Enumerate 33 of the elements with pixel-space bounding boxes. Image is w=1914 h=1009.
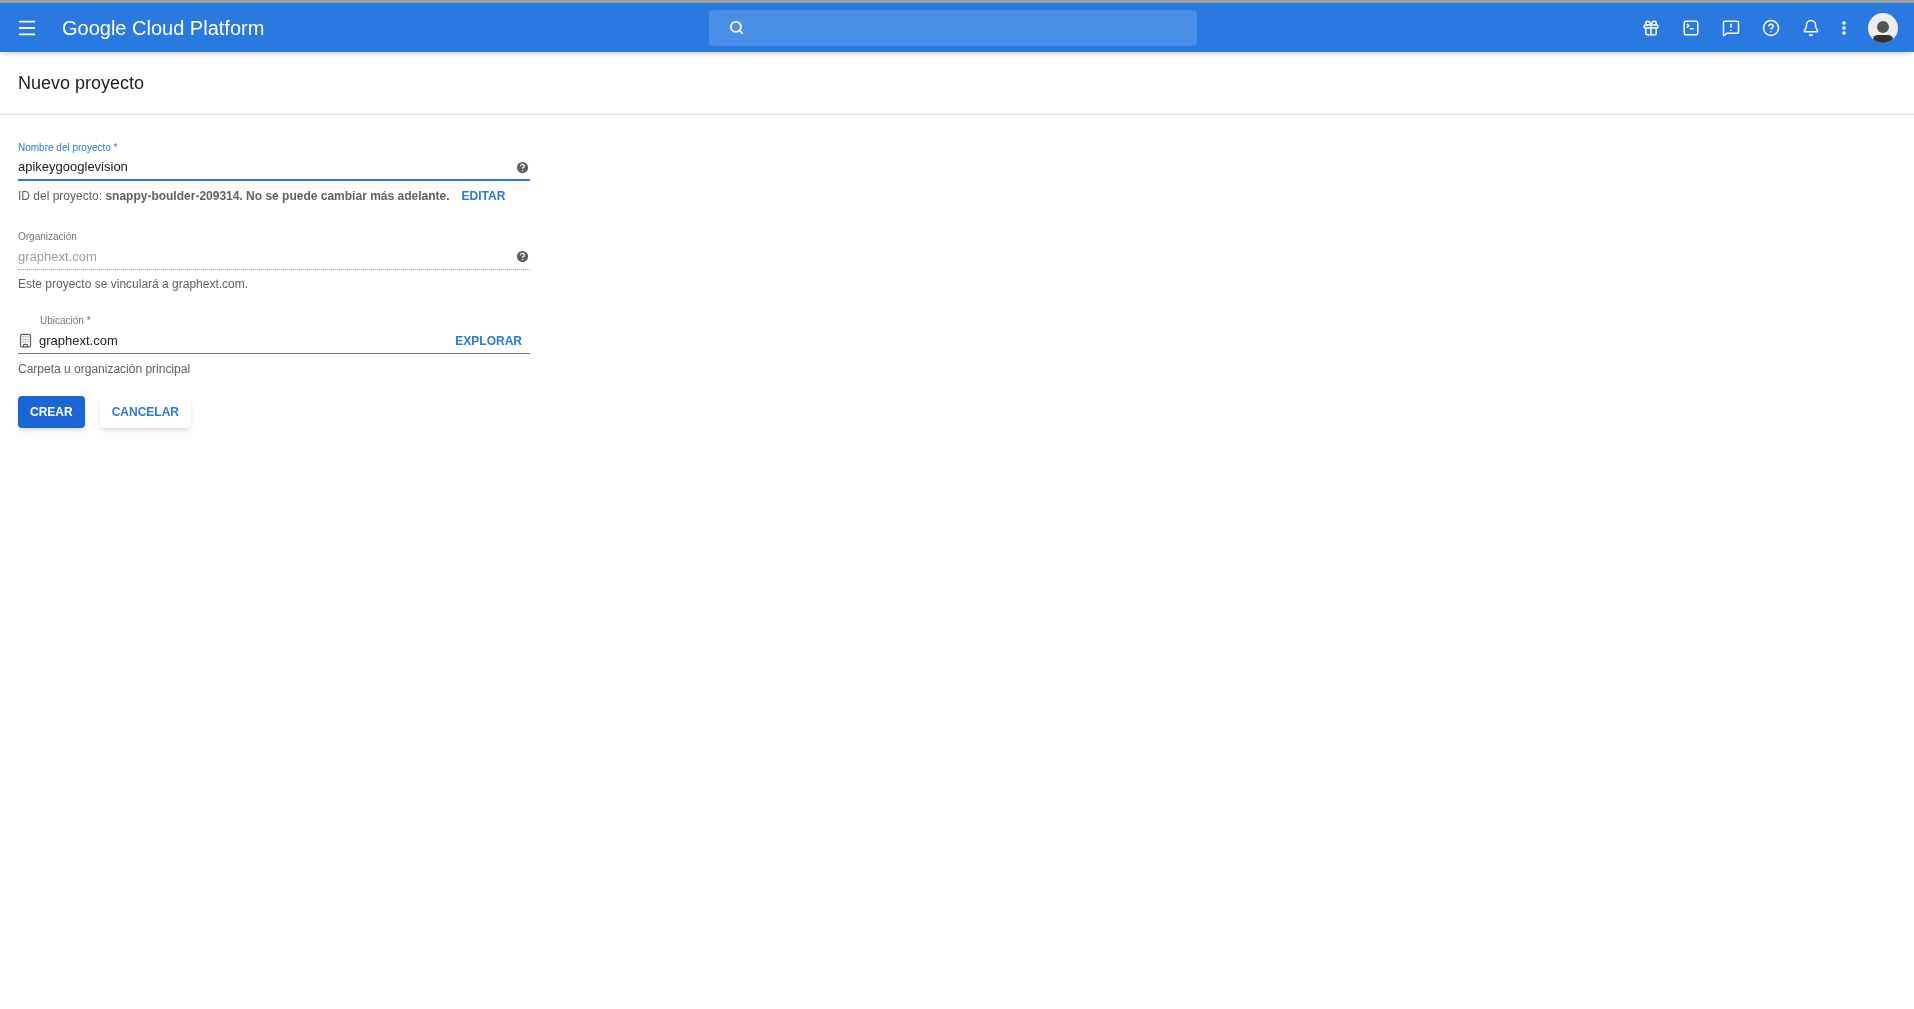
help-icon bbox=[1762, 18, 1780, 37]
search-field[interactable] bbox=[709, 9, 1198, 46]
cancel-button[interactable]: CANCELAR bbox=[99, 396, 191, 428]
help-icon bbox=[515, 249, 530, 264]
help-button[interactable] bbox=[1762, 18, 1780, 37]
project-name-label: Nombre del proyecto * bbox=[18, 141, 119, 155]
avatar[interactable] bbox=[1868, 12, 1898, 43]
more-icon bbox=[1842, 20, 1846, 35]
project-id-text: ID del proyecto: snappy-boulder-209314. No se puede cambiar más adelante. bbox=[18, 188, 450, 205]
help-icon bbox=[515, 159, 530, 175]
terminal-button[interactable] bbox=[1682, 18, 1700, 37]
feedback-button[interactable] bbox=[1722, 18, 1740, 37]
search-icon bbox=[729, 20, 745, 35]
edit-link[interactable]: EDITAR bbox=[461, 187, 506, 205]
app-title: Google Cloud Platform bbox=[62, 15, 265, 41]
organization-hint: Este proyecto se vinculará a graphext.com. bbox=[18, 276, 250, 293]
person-icon bbox=[1872, 18, 1894, 43]
location-hint: Carpeta u organización principal bbox=[18, 361, 192, 378]
project-name-field[interactable]: apikeygooglevision bbox=[18, 157, 515, 177]
gift-icon bbox=[1642, 18, 1660, 37]
gift-button[interactable] bbox=[1642, 18, 1660, 37]
explore-link[interactable]: EXPLORAR bbox=[455, 331, 522, 350]
location-field[interactable]: graphext.com bbox=[39, 330, 456, 351]
feedback-icon bbox=[1722, 18, 1740, 37]
create-button[interactable]: CREAR bbox=[18, 396, 85, 428]
notifications-button[interactable] bbox=[1802, 18, 1820, 37]
building-icon bbox=[18, 333, 33, 348]
terminal-icon bbox=[1682, 18, 1700, 37]
organization-label: Organización bbox=[18, 230, 78, 244]
page-title: Nuevo proyecto bbox=[18, 71, 145, 95]
bell-icon bbox=[1802, 18, 1820, 37]
location-label: Ubicación * bbox=[40, 314, 92, 328]
more-button[interactable] bbox=[1842, 20, 1846, 35]
